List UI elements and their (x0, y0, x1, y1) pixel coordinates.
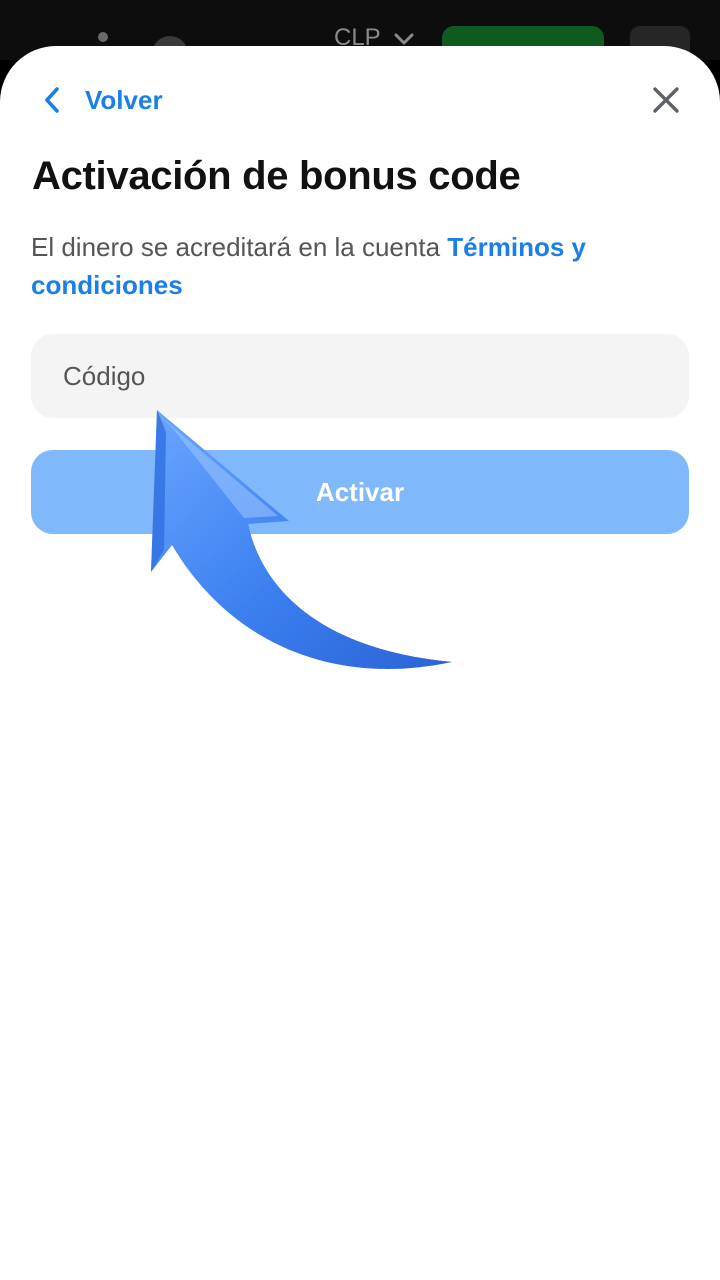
activate-button[interactable]: Activar (31, 450, 689, 534)
code-input[interactable] (31, 334, 689, 418)
close-button[interactable] (650, 84, 682, 116)
menu-dot-icon (98, 32, 108, 42)
subtitle: El dinero se acreditará en la cuenta Tér… (31, 228, 671, 304)
back-button[interactable]: Volver (40, 82, 163, 118)
page-title: Activación de bonus code (32, 154, 521, 198)
back-label: Volver (85, 84, 163, 115)
subtitle-text: El dinero se acreditará en la cuenta (31, 232, 441, 262)
chevron-down-icon (394, 33, 414, 45)
chevron-left-icon (40, 85, 64, 115)
close-icon (653, 87, 679, 113)
